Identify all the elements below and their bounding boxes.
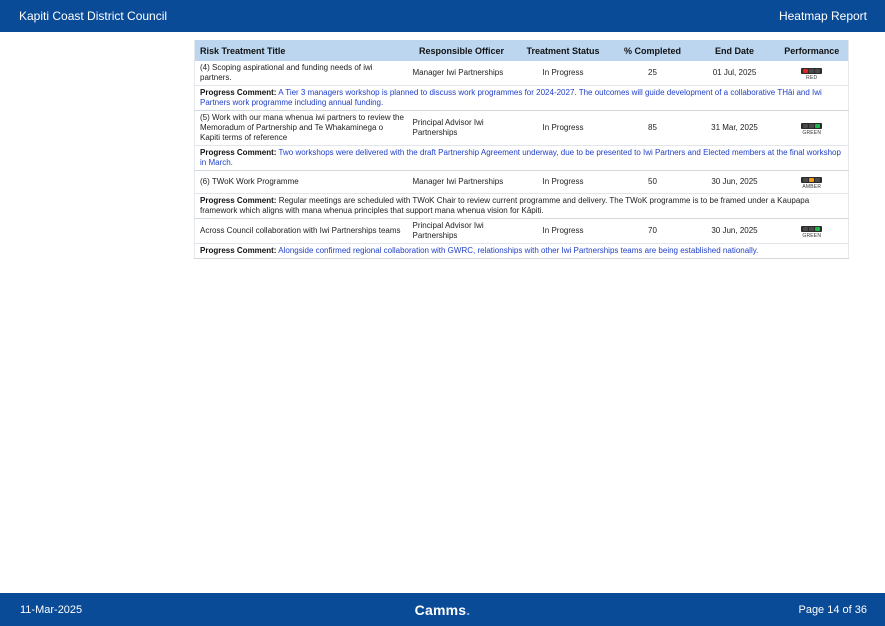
treatment-title: (5) Work with our mana whenua iwi partne…: [194, 110, 409, 146]
progress-comment-text: A Tier 3 managers workshop is planned to…: [200, 88, 822, 107]
percent-completed: 25: [611, 61, 694, 86]
table-row: Across Council collaboration with Iwi Pa…: [194, 218, 849, 244]
performance-cell: GREEN: [775, 110, 849, 146]
footer-bar: 11-Mar-2025 Camms. Page 14 of 36: [0, 593, 885, 626]
performance-cell: GREEN: [775, 218, 849, 244]
table-row: (4) Scoping aspirational and funding nee…: [194, 61, 849, 86]
traffic-light-icon: AMBER: [801, 176, 823, 190]
treatment-status: In Progress: [514, 61, 612, 86]
column-header-end-date: End Date: [693, 40, 776, 61]
traffic-light-icon: GREEN: [801, 225, 823, 239]
table-row: (6) TWoK Work Programme Manager Iwi Part…: [194, 170, 849, 194]
responsible-officer: Principal Advisor Iwi Partnerships: [408, 218, 515, 244]
end-date: 30 Jun, 2025: [693, 170, 776, 194]
heatmap-table: Risk Treatment Title Responsible Officer…: [194, 40, 849, 259]
column-header-completed: % Completed: [611, 40, 694, 61]
column-header-title: Risk Treatment Title: [194, 40, 409, 61]
progress-comment-text: Regular meetings are scheduled with TWoK…: [200, 196, 810, 215]
treatment-status: In Progress: [514, 218, 612, 244]
organization-name: Kapiti Coast District Council: [19, 9, 168, 23]
performance-cell: AMBER: [775, 170, 849, 194]
column-header-performance: Performance: [775, 40, 849, 61]
responsible-officer: Manager Iwi Partnerships: [408, 61, 515, 86]
treatment-title: Across Council collaboration with Iwi Pa…: [194, 218, 409, 244]
percent-completed: 50: [611, 170, 694, 194]
performance-label: GREEN: [802, 129, 822, 136]
table-header-row: Risk Treatment Title Responsible Officer…: [194, 40, 849, 61]
treatment-status: In Progress: [514, 110, 612, 146]
logo-dot: .: [466, 601, 471, 618]
treatment-title: (6) TWoK Work Programme: [194, 170, 409, 194]
end-date: 01 Jul, 2025: [693, 61, 776, 86]
progress-comment: Progress Comment: A Tier 3 managers work…: [194, 85, 849, 111]
end-date: 31 Mar, 2025: [693, 110, 776, 146]
traffic-light-icon: RED: [801, 67, 823, 81]
progress-comment-label: Progress Comment:: [200, 246, 277, 255]
progress-comment-label: Progress Comment:: [200, 88, 277, 97]
treatment-title: (4) Scoping aspirational and funding nee…: [194, 61, 409, 86]
traffic-light-icon: GREEN: [801, 122, 823, 136]
report-date: 11-Mar-2025: [20, 603, 83, 616]
end-date: 30 Jun, 2025: [693, 218, 776, 244]
comment-row: Progress Comment: Two workshops were del…: [194, 145, 849, 171]
column-header-status: Treatment Status: [514, 40, 612, 61]
percent-completed: 85: [611, 110, 694, 146]
header-bar: Kapiti Coast District Council Heatmap Re…: [0, 0, 885, 32]
progress-comment-label: Progress Comment:: [200, 148, 277, 157]
comment-row: Progress Comment: Regular meetings are s…: [194, 193, 849, 219]
progress-comment: Progress Comment: Alongside confirmed re…: [194, 243, 849, 259]
camms-logo: Camms.: [415, 602, 471, 618]
column-header-officer: Responsible Officer: [408, 40, 515, 61]
progress-comment-text: Two workshops were delivered with the dr…: [200, 148, 841, 167]
performance-label: AMBER: [802, 183, 822, 190]
comment-row: Progress Comment: A Tier 3 managers work…: [194, 85, 849, 111]
logo-text: Camms: [414, 601, 467, 618]
responsible-officer: Manager Iwi Partnerships: [408, 170, 515, 194]
report-title: Heatmap Report: [778, 9, 867, 23]
percent-completed: 70: [611, 218, 694, 244]
progress-comment: Progress Comment: Regular meetings are s…: [194, 193, 849, 219]
table-row: (5) Work with our mana whenua iwi partne…: [194, 110, 849, 146]
progress-comment: Progress Comment: Two workshops were del…: [194, 145, 849, 171]
performance-label: GREEN: [802, 232, 822, 239]
performance-cell: RED: [775, 61, 849, 86]
progress-comment-text: Alongside confirmed regional collaborati…: [278, 246, 759, 255]
performance-label: RED: [806, 74, 818, 81]
page-number: Page 14 of 36: [798, 603, 867, 616]
comment-row: Progress Comment: Alongside confirmed re…: [194, 243, 849, 259]
treatment-status: In Progress: [514, 170, 612, 194]
progress-comment-label: Progress Comment:: [200, 196, 277, 205]
responsible-officer: Principal Advisor Iwi Partnerships: [408, 110, 515, 146]
